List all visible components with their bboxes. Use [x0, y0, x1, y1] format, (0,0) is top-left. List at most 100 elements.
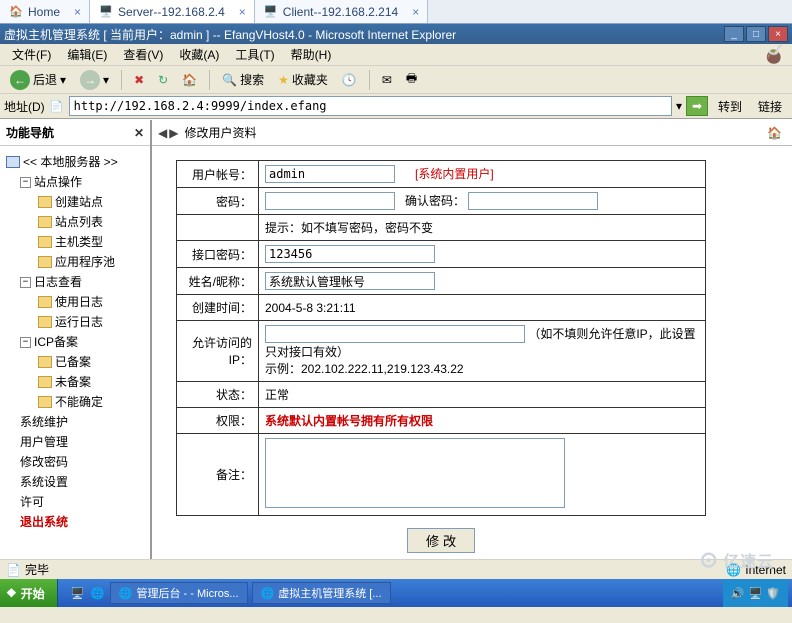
quicklaunch-icon[interactable]: 🖥️: [70, 585, 86, 601]
content-toolbar: ◀ ▶ 修改用户资料 🏠: [152, 120, 792, 146]
create-value: 2004-5-8 3:21:11: [259, 295, 706, 321]
taskbar-task1[interactable]: 🌐管理后台 - - Micros...: [110, 582, 248, 604]
create-label: 创建时间：: [177, 295, 259, 321]
tree-site-list[interactable]: 站点列表: [6, 212, 146, 232]
left-sidebar: 功能导航 ✕ << 本地服务器 >> −站点操作 创建站点 站点列表 主机类型 …: [0, 120, 152, 559]
folder-icon: [38, 376, 52, 388]
tree-license[interactable]: 许可: [6, 492, 146, 512]
search-button[interactable]: 🔍搜索: [218, 69, 268, 90]
go-label[interactable]: 转到: [712, 98, 748, 115]
tree-syssetting[interactable]: 系统设置: [6, 472, 146, 492]
close-button[interactable]: ×: [768, 26, 788, 42]
menu-view[interactable]: 查看(V): [117, 44, 169, 65]
tree-changepwd[interactable]: 修改密码: [6, 452, 146, 472]
menu-edit[interactable]: 编辑(E): [61, 44, 113, 65]
tree-sysmaint[interactable]: 系统维护: [6, 412, 146, 432]
tree-exit[interactable]: 退出系统: [6, 512, 146, 532]
close-icon[interactable]: ✕: [134, 126, 144, 140]
forward-button[interactable]: → ▾: [76, 68, 113, 92]
mail-button[interactable]: ✉: [378, 71, 396, 89]
status-text: 完毕: [25, 561, 49, 578]
tree-icp-done[interactable]: 已备案: [6, 352, 146, 372]
quicklaunch-icon[interactable]: 🌐: [90, 585, 106, 601]
ip-label: 允许访问的IP：: [177, 321, 259, 382]
pwd2-label: 确认密码：: [405, 194, 465, 208]
nav-arrows: ◀ ▶: [158, 126, 178, 140]
tree-root[interactable]: << 本地服务器 >>: [6, 152, 146, 172]
maximize-button[interactable]: □: [746, 26, 766, 42]
note-input[interactable]: [265, 438, 565, 508]
start-button[interactable]: ❖ 开始: [0, 579, 58, 607]
tree-icp[interactable]: −ICP备案: [6, 332, 146, 352]
home-button[interactable]: 🏠: [178, 71, 201, 89]
tree-usermgmt[interactable]: 用户管理: [6, 432, 146, 452]
apptab-server[interactable]: 🖥️ Server--192.168.2.4 ×: [90, 0, 255, 23]
minimize-button[interactable]: _: [724, 26, 744, 42]
collapse-icon[interactable]: −: [20, 277, 31, 288]
forward-icon: →: [80, 70, 100, 90]
chevron-down-icon[interactable]: ▾: [676, 99, 682, 113]
tray-icon: 🛡️: [766, 587, 780, 600]
folder-icon: [38, 316, 52, 328]
watermark: ⊙ 亿速云: [700, 547, 774, 573]
pwd2-input[interactable]: [468, 192, 598, 210]
tree-use-log[interactable]: 使用日志: [6, 292, 146, 312]
collapse-icon[interactable]: −: [20, 177, 31, 188]
search-icon: 🔍: [222, 73, 237, 87]
address-input[interactable]: [69, 96, 672, 116]
submit-button[interactable]: 修 改: [407, 528, 475, 553]
folder-icon: [38, 216, 52, 228]
tree-root-label: << 本地服务器 >>: [23, 152, 118, 172]
apptab-home[interactable]: 🏠 Home ×: [0, 0, 90, 23]
tree-host-type[interactable]: 主机类型: [6, 232, 146, 252]
taskbar-task2[interactable]: 🌐虚拟主机管理系统 [...: [252, 582, 391, 604]
api-label: 接口密码：: [177, 241, 259, 268]
system-tray[interactable]: 🔊 🖥️ 🛡️: [723, 579, 788, 607]
close-icon[interactable]: ×: [412, 5, 419, 19]
name-input[interactable]: [265, 272, 435, 290]
refresh-button[interactable]: ↻: [154, 71, 172, 89]
back-button[interactable]: ← 后退 ▾: [6, 68, 70, 92]
tree-icp-undone[interactable]: 未备案: [6, 372, 146, 392]
back-icon: ←: [10, 70, 30, 90]
status-value: 正常: [259, 382, 706, 408]
tree-create-site[interactable]: 创建站点: [6, 192, 146, 212]
tree-run-log[interactable]: 运行日志: [6, 312, 146, 332]
collapse-icon[interactable]: −: [20, 337, 31, 348]
favorites-label: 收藏夹: [292, 71, 328, 88]
menu-help[interactable]: 帮助(H): [285, 44, 338, 65]
menu-file[interactable]: 文件(F): [6, 44, 57, 65]
prev-icon[interactable]: ◀: [158, 126, 167, 140]
close-icon[interactable]: ×: [239, 5, 246, 19]
home-icon[interactable]: 🏠: [767, 126, 786, 140]
tree-icp-unknown[interactable]: 不能确定: [6, 392, 146, 412]
next-icon[interactable]: ▶: [169, 126, 178, 140]
menu-tools[interactable]: 工具(T): [229, 44, 280, 65]
links-label[interactable]: 链接: [752, 98, 788, 115]
chevron-down-icon: ▾: [60, 73, 66, 87]
ie-icon: 🌐: [261, 587, 275, 600]
ip-input[interactable]: [265, 325, 525, 343]
print-button[interactable]: 🖶: [402, 67, 421, 92]
apptab-client[interactable]: 🖥️ Client--192.168.2.214 ×: [255, 0, 428, 23]
favorites-button[interactable]: ★收藏夹: [274, 69, 332, 90]
user-input[interactable]: [265, 165, 395, 183]
nav-tree: << 本地服务器 >> −站点操作 创建站点 站点列表 主机类型 应用程序池 −…: [0, 146, 150, 559]
right-panel: ◀ ▶ 修改用户资料 🏠 用户帐号： [系统内置用户] 密码：: [152, 120, 792, 559]
menu-fav[interactable]: 收藏(A): [173, 44, 225, 65]
pwd-label: 密码：: [177, 188, 259, 215]
pwd-input[interactable]: [265, 192, 395, 210]
tree-site-ops[interactable]: −站点操作: [6, 172, 146, 192]
go-button[interactable]: ➡: [686, 96, 708, 116]
tree-app-pool[interactable]: 应用程序池: [6, 252, 146, 272]
tree-log[interactable]: −日志查看: [6, 272, 146, 292]
api-input[interactable]: [265, 245, 435, 263]
address-bar: 地址(D) 📄 ▾ ➡ 转到 链接: [0, 94, 792, 119]
computer-icon: [6, 156, 20, 168]
page-icon: 📄: [49, 98, 65, 114]
form-area: 用户帐号： [系统内置用户] 密码： 确认密码：: [152, 146, 792, 559]
history-button[interactable]: 🕓: [338, 71, 361, 89]
close-icon[interactable]: ×: [74, 5, 81, 19]
ie-logo-icon: 🧉: [762, 44, 786, 66]
stop-button[interactable]: ✖: [130, 71, 148, 89]
